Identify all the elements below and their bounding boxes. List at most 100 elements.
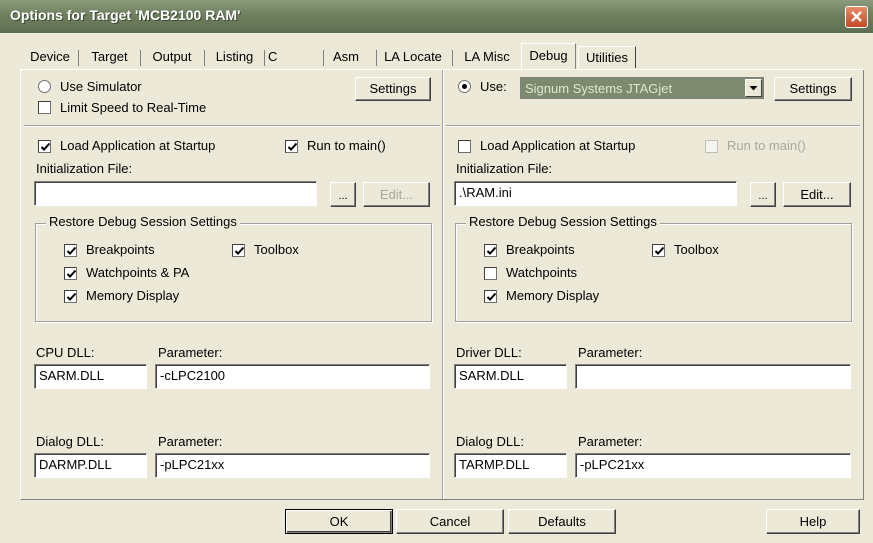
debug-driver-select[interactable]: Signum Systems JTAGjet: [520, 77, 764, 99]
toolbox-label-right: Toolbox: [674, 242, 719, 257]
restore-group-title-right: Restore Debug Session Settings: [466, 214, 660, 229]
browse-button-left[interactable]: ...: [330, 182, 356, 207]
limit-speed-checkbox[interactable]: [38, 101, 51, 114]
memory-display-checkbox-right[interactable]: [484, 290, 497, 303]
dialog-param-input-right[interactable]: -pLPC21xx: [575, 453, 851, 478]
target-settings-button[interactable]: Settings: [774, 77, 852, 101]
check-icon: [234, 246, 245, 255]
edit-label-right: Edit...: [800, 187, 834, 202]
use-target-radio[interactable]: [458, 80, 471, 93]
tab-utilities[interactable]: Utilities: [578, 46, 636, 68]
tab-device[interactable]: Device: [24, 46, 76, 68]
tab-la-misc[interactable]: LA Misc: [455, 46, 519, 68]
check-icon: [66, 292, 77, 301]
cpu-param-label: Parameter:: [158, 345, 223, 360]
limit-speed-label: Limit Speed to Real-Time: [60, 100, 207, 115]
watchpoints-label-right: Watchpoints: [506, 265, 578, 280]
window-title: Options for Target 'MCB2100 RAM': [10, 7, 241, 23]
tab-output[interactable]: Output: [143, 46, 201, 68]
tab-c[interactable]: C: [268, 46, 308, 68]
toolbox-label-left: Toolbox: [254, 242, 299, 257]
breakpoints-label-right: Breakpoints: [506, 242, 575, 257]
simulator-settings-button[interactable]: Settings: [355, 77, 431, 101]
target-settings-label: Settings: [789, 81, 837, 96]
check-icon: [486, 292, 497, 301]
browse-button-right[interactable]: ...: [750, 182, 776, 207]
dialog-dll-input-left[interactable]: DARMP.DLL: [34, 453, 147, 478]
check-icon: [486, 246, 497, 255]
memory-display-label-left: Memory Display: [86, 288, 180, 303]
driver-dll-label: Driver DLL:: [456, 345, 522, 360]
load-app-checkbox-left[interactable]: [38, 140, 51, 153]
check-icon: [287, 142, 298, 151]
init-file-input-right[interactable]: .\RAM.ini: [454, 181, 737, 206]
column-divider: [442, 70, 444, 499]
driver-param-input[interactable]: [575, 364, 851, 389]
driver-dll-input[interactable]: SARM.DLL: [454, 364, 567, 389]
cancel-label: Cancel: [429, 514, 471, 529]
dialog-dll-input-right[interactable]: TARMP.DLL: [454, 453, 567, 478]
defaults-label: Defaults: [538, 514, 586, 529]
defaults-button[interactable]: Defaults: [508, 509, 616, 534]
check-icon: [40, 142, 51, 151]
tab-target[interactable]: Target: [82, 46, 137, 68]
init-file-label-right: Initialization File:: [456, 161, 553, 176]
run-to-main-label-left: Run to main(): [307, 138, 386, 153]
browse-label-left: ...: [338, 190, 348, 202]
cancel-button[interactable]: Cancel: [396, 509, 504, 534]
help-label: Help: [799, 514, 827, 529]
ok-button[interactable]: OK: [285, 509, 393, 534]
title-bar: Options for Target 'MCB2100 RAM': [0, 0, 873, 33]
load-app-label-right: Load Application at Startup: [480, 138, 636, 153]
check-icon: [66, 246, 77, 255]
watchpoints-label-left: Watchpoints & PA: [86, 265, 190, 280]
dialog-dll-label-left: Dialog DLL:: [36, 434, 104, 449]
restore-group-title-left: Restore Debug Session Settings: [46, 214, 240, 229]
run-to-main-checkbox-right[interactable]: [705, 140, 718, 153]
memory-display-label-right: Memory Display: [506, 288, 600, 303]
tab-listing[interactable]: Listing: [207, 46, 262, 68]
watchpoints-checkbox-right[interactable]: [484, 267, 497, 280]
breakpoints-label-left: Breakpoints: [86, 242, 155, 257]
dialog-param-input-left[interactable]: -pLPC21xx: [155, 453, 430, 478]
options-dialog: Options for Target 'MCB2100 RAM' Device …: [0, 0, 873, 543]
edit-button-left[interactable]: Edit...: [363, 182, 430, 207]
cpu-dll-input[interactable]: SARM.DLL: [34, 364, 147, 389]
edit-button-right[interactable]: Edit...: [783, 182, 851, 207]
memory-display-checkbox-left[interactable]: [64, 290, 77, 303]
use-simulator-label: Use Simulator: [60, 79, 142, 94]
debug-driver-value: Signum Systems JTAGjet: [525, 81, 673, 96]
dialog-dll-label-right: Dialog DLL:: [456, 434, 524, 449]
chevron-down-icon[interactable]: [745, 79, 762, 97]
tab-asm[interactable]: Asm: [326, 46, 366, 68]
cpu-dll-label: CPU DLL:: [36, 345, 95, 360]
breakpoints-checkbox-left[interactable]: [64, 244, 77, 257]
init-file-label-left: Initialization File:: [36, 161, 133, 176]
run-to-main-label-right: Run to main(): [727, 138, 806, 153]
ok-label: OK: [329, 514, 349, 529]
init-file-input-left[interactable]: [34, 181, 317, 206]
load-app-checkbox-right[interactable]: [458, 140, 471, 153]
tab-debug[interactable]: Debug: [521, 43, 576, 69]
breakpoints-checkbox-right[interactable]: [484, 244, 497, 257]
watchpoints-checkbox-left[interactable]: [64, 267, 77, 280]
close-icon: [851, 11, 862, 22]
load-app-label-left: Load Application at Startup: [60, 138, 216, 153]
use-simulator-radio[interactable]: [38, 80, 51, 93]
cpu-param-input[interactable]: -cLPC2100: [155, 364, 430, 389]
browse-label-right: ...: [758, 190, 768, 202]
help-button[interactable]: Help: [766, 509, 860, 534]
dialog-param-label-left: Parameter:: [158, 434, 223, 449]
close-button[interactable]: [845, 6, 868, 28]
simulator-settings-label: Settings: [369, 81, 417, 96]
check-icon: [654, 246, 665, 255]
driver-param-label: Parameter:: [578, 345, 643, 360]
toolbox-checkbox-left[interactable]: [232, 244, 245, 257]
toolbox-checkbox-right[interactable]: [652, 244, 665, 257]
dialog-param-label-right: Parameter:: [578, 434, 643, 449]
edit-label-left: Edit...: [379, 187, 414, 202]
tab-la-locate[interactable]: LA Locate: [378, 46, 448, 68]
check-icon: [66, 269, 77, 278]
use-label: Use:: [480, 79, 507, 94]
run-to-main-checkbox-left[interactable]: [285, 140, 298, 153]
